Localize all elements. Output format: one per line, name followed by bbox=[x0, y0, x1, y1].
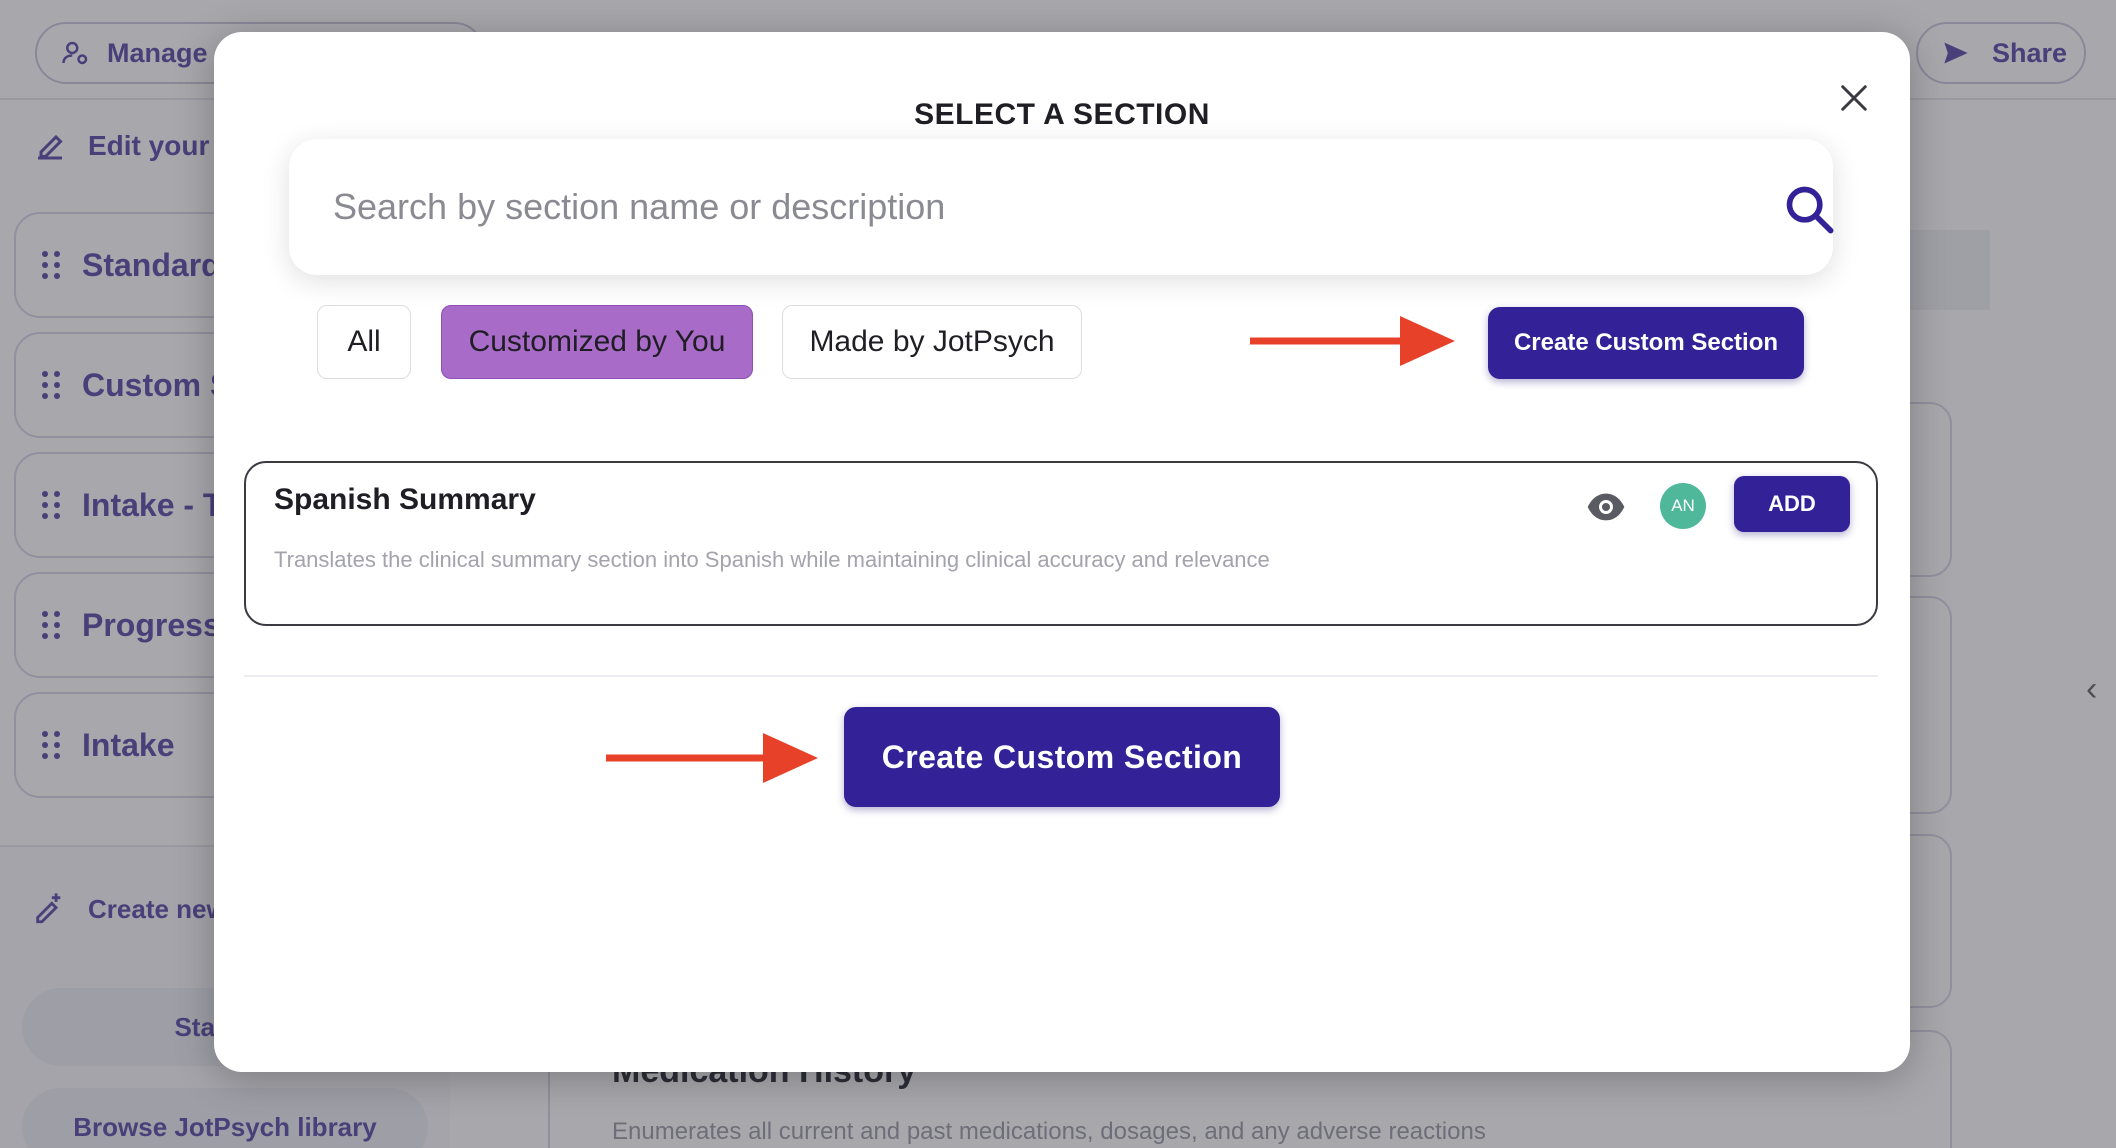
filter-label: Customized by You bbox=[468, 325, 726, 358]
divider bbox=[244, 675, 1878, 677]
filter-label: Made by JotPsych bbox=[809, 325, 1055, 358]
section-description: Translates the clinical summary section … bbox=[274, 547, 1270, 572]
search-input[interactable] bbox=[333, 169, 1653, 245]
author-avatar: AN bbox=[1660, 483, 1706, 529]
arrow-right-icon bbox=[1250, 316, 1455, 366]
create-custom-section-label: Create Custom Section bbox=[881, 738, 1243, 775]
arrow-right-icon bbox=[606, 733, 818, 783]
add-section-button[interactable]: ADD bbox=[1734, 476, 1850, 532]
filter-made-by-jotpsych[interactable]: Made by JotPsych bbox=[782, 305, 1082, 379]
filter-customized-by-you[interactable]: Customized by You bbox=[441, 305, 753, 379]
select-section-modal: SELECT A SECTION All Customized by You M… bbox=[214, 32, 1910, 1072]
close-icon bbox=[1841, 85, 1867, 111]
search-icon[interactable] bbox=[1783, 183, 1835, 235]
filter-all[interactable]: All bbox=[317, 305, 411, 379]
eye-icon[interactable] bbox=[1586, 487, 1626, 527]
modal-title: SELECT A SECTION bbox=[914, 98, 1210, 131]
section-title: Spanish Summary bbox=[274, 483, 536, 516]
create-custom-section-button[interactable]: Create Custom Section bbox=[1488, 307, 1804, 379]
create-custom-section-button-large[interactable]: Create Custom Section bbox=[844, 707, 1280, 807]
create-custom-section-label: Create Custom Section bbox=[1513, 329, 1779, 356]
add-label: ADD bbox=[1768, 491, 1816, 516]
close-button[interactable] bbox=[1824, 68, 1884, 128]
section-card-spanish-summary[interactable]: Spanish Summary Translates the clinical … bbox=[244, 461, 1878, 626]
search-box bbox=[289, 139, 1835, 275]
filter-label: All bbox=[347, 325, 381, 358]
